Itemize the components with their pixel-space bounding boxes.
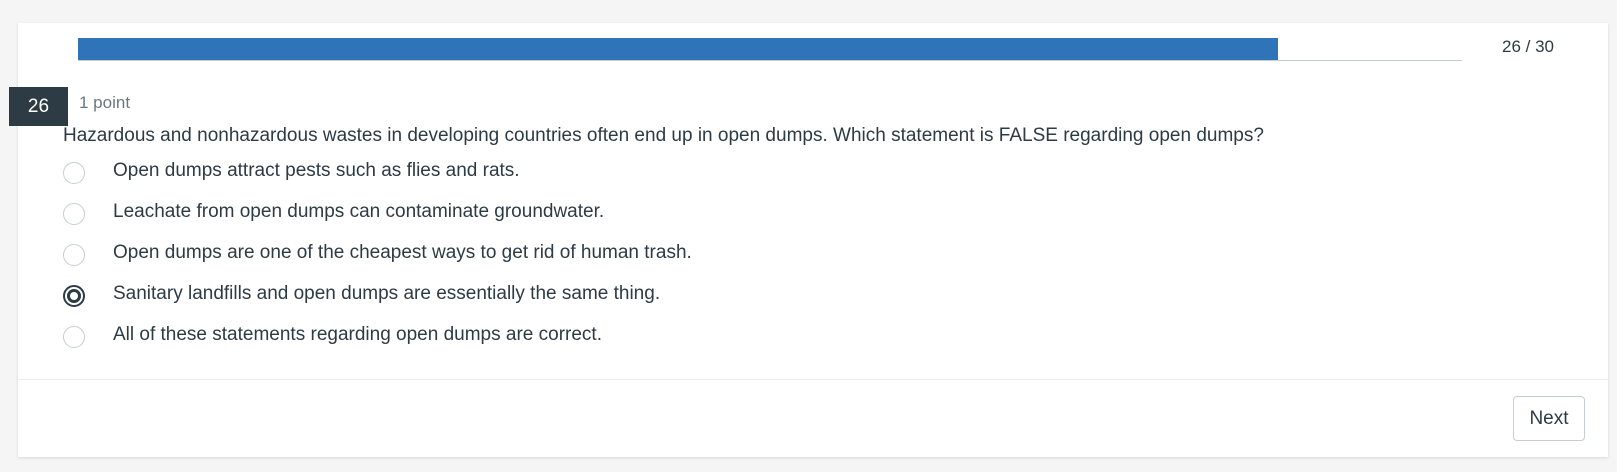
footer-divider [18,379,1608,380]
answer-option-3[interactable]: Open dumps are one of the cheapest ways … [63,240,963,281]
answer-option-4[interactable]: Sanitary landfills and open dumps are es… [63,281,963,322]
answer-option-label: Open dumps are one of the cheapest ways … [113,242,692,263]
answer-options: Open dumps attract pests such as flies a… [63,158,963,363]
question-points: 1 point [79,93,131,112]
radio-button[interactable] [63,203,85,225]
answer-option-2[interactable]: Leachate from open dumps can contaminate… [63,199,963,240]
question-number-badge: 26 [9,87,68,126]
progress-bar [78,38,1462,61]
next-button[interactable]: Next [1513,396,1585,441]
progress-counter: 26 / 30 [1502,37,1554,56]
answer-option-label: All of these statements regarding open d… [113,324,602,345]
answer-option-label: Open dumps attract pests such as flies a… [113,160,520,181]
progress-bar-fill [78,38,1278,60]
radio-button[interactable] [63,162,85,184]
radio-button[interactable] [63,326,85,348]
answer-option-1[interactable]: Open dumps attract pests such as flies a… [63,158,963,199]
answer-option-label: Leachate from open dumps can contaminate… [113,201,605,222]
radio-button[interactable] [63,285,85,307]
quiz-card: 26 / 30 26 1 point Hazardous and nonhaza… [9,23,1608,457]
radio-button[interactable] [63,244,85,266]
answer-option-5[interactable]: All of these statements regarding open d… [63,322,963,363]
answer-option-label: Sanitary landfills and open dumps are es… [113,283,661,304]
question-text: Hazardous and nonhazardous wastes in dev… [63,125,1264,146]
